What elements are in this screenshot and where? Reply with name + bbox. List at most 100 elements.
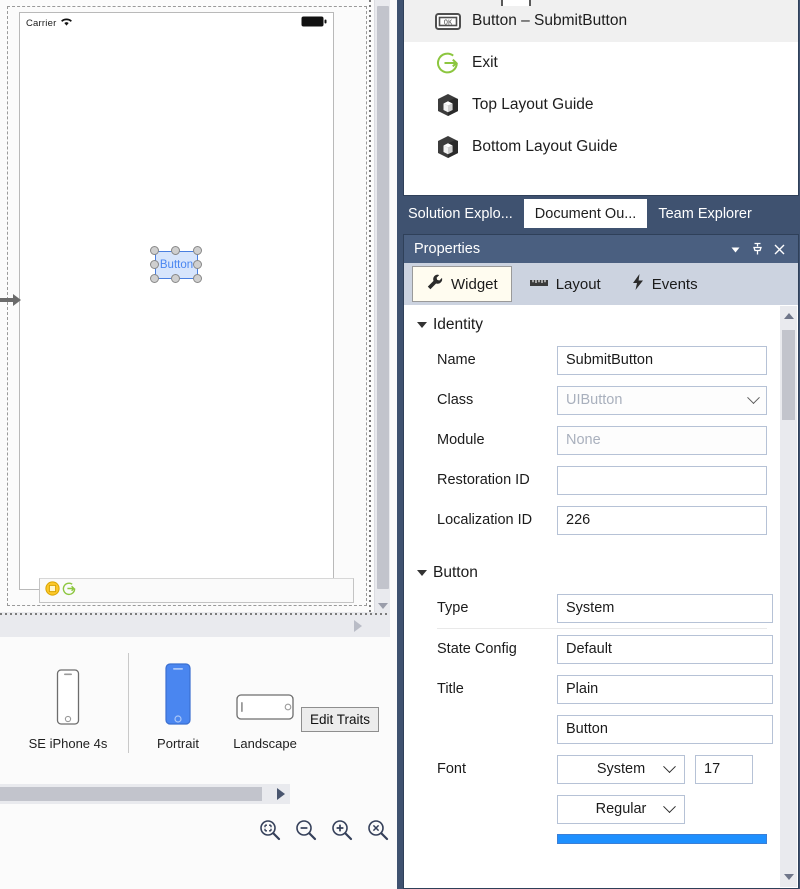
title-text-input[interactable]: Button	[557, 714, 773, 744]
resize-handle-nw[interactable]	[150, 246, 159, 255]
scene-dock-bar[interactable]	[39, 578, 354, 603]
font-weight-value: Regular	[595, 801, 647, 817]
tab-layout-label: Layout	[555, 275, 601, 293]
device-selector-iphone4s[interactable]: SE iPhone 4s	[14, 669, 122, 751]
type-combobox[interactable]: System	[557, 593, 773, 623]
ios-status-bar: Carrier	[20, 13, 333, 33]
canvas-vertical-splitter[interactable]	[368, 0, 373, 612]
tab-solution-explorer[interactable]: Solution Explo...	[397, 199, 524, 228]
ios-designer-pane: Carrier Button SE iPhone 4s Portrait Lan…	[0, 0, 400, 889]
tab-events[interactable]: Events	[618, 266, 711, 302]
font-family-combobox[interactable]: System	[557, 754, 685, 784]
section-title: Button	[433, 564, 478, 581]
view-controller-icon[interactable]	[45, 580, 60, 601]
storyboard-entry-point-arrow-icon	[0, 288, 22, 312]
outline-row-bottom-layout-guide[interactable]: Bottom Layout Guide	[404, 126, 798, 168]
tab-layout[interactable]: Layout	[516, 266, 614, 302]
property-row-class: Class UIButton	[405, 380, 797, 420]
section-title: Identity	[433, 316, 483, 333]
properties-vertical-scrollbar[interactable]	[780, 306, 797, 887]
property-label: Class	[437, 392, 474, 408]
document-outline-tree[interactable]: OK Button – SubmitButton Exit Top Layout…	[403, 0, 799, 196]
tab-widget[interactable]: Widget	[412, 266, 512, 302]
canvas-horizontal-splitter[interactable]	[0, 612, 390, 617]
property-row-restoration-id: Restoration ID	[405, 460, 797, 500]
zoom-out-icon[interactable]	[294, 818, 318, 842]
property-label: Localization ID	[437, 512, 533, 528]
orientation-landscape-button[interactable]: Landscape	[217, 689, 313, 751]
font-weight-combobox[interactable]: Regular	[557, 794, 685, 824]
canvas-horizontal-scrollbar[interactable]	[0, 612, 390, 637]
property-row-localization-id: Localization ID 226	[405, 500, 797, 540]
storyboard-canvas[interactable]: Carrier Button	[0, 0, 400, 612]
property-row-state-config: State Config Default	[405, 629, 797, 669]
section-header-identity[interactable]: Identity	[405, 306, 797, 340]
close-icon[interactable]	[768, 238, 790, 260]
outline-row-exit[interactable]: Exit	[404, 42, 798, 84]
outline-row-top-layout-guide[interactable]: Top Layout Guide	[404, 84, 798, 126]
chevron-down-icon	[747, 390, 760, 404]
module-input[interactable]: None	[557, 425, 767, 455]
resize-handle-sw[interactable]	[150, 274, 159, 283]
resize-handle-n[interactable]	[171, 246, 180, 255]
font-size-input[interactable]: 17	[695, 754, 753, 784]
properties-titlebar: Properties	[404, 235, 798, 263]
edit-traits-button[interactable]: Edit Traits	[301, 707, 380, 732]
zoom-actual-size-icon[interactable]	[366, 818, 390, 842]
restoration-id-input[interactable]	[557, 465, 767, 495]
resize-handle-ne[interactable]	[193, 246, 202, 255]
device-bar-horizontal-scrollbar[interactable]	[0, 784, 290, 804]
name-input[interactable]: SubmitButton	[557, 345, 767, 375]
resize-handle-se[interactable]	[193, 274, 202, 283]
iphone-scene-preview[interactable]: Carrier	[19, 12, 354, 603]
partial-tree-icon-above	[501, 0, 531, 11]
properties-scroll-up-arrow[interactable]	[784, 313, 794, 319]
wifi-icon	[60, 14, 73, 32]
outline-row-submit-button[interactable]: OK Button – SubmitButton	[404, 0, 798, 42]
property-label: State Config	[437, 641, 517, 657]
resize-handle-e[interactable]	[193, 260, 202, 269]
canvas-vscroll-thumb[interactable]	[377, 6, 389, 589]
properties-scroll-thumb[interactable]	[782, 330, 795, 420]
phone-portrait-icon	[160, 663, 196, 730]
exit-segue-icon[interactable]	[62, 581, 77, 601]
device-bar-hscroll-right-arrow[interactable]	[277, 788, 285, 800]
device-bar-hscroll-thumb[interactable]	[0, 787, 262, 801]
pin-icon[interactable]	[746, 238, 768, 260]
property-label: Name	[437, 352, 476, 368]
section-header-button[interactable]: Button	[405, 554, 797, 588]
outline-row-label: Button – SubmitButton	[472, 12, 628, 29]
zoom-to-fit-icon[interactable]	[258, 818, 282, 842]
property-row-name: Name SubmitButton	[405, 340, 797, 380]
svg-text:OK: OK	[444, 19, 453, 27]
visual-studio-ios-designer-window: Carrier Button SE iPhone 4s Portrait Lan…	[0, 0, 800, 889]
properties-title-label: Properties	[414, 241, 481, 257]
tab-team-explorer[interactable]: Team Explorer	[647, 199, 762, 228]
class-combobox[interactable]: UIButton	[557, 385, 767, 415]
localization-id-input[interactable]: 226	[557, 505, 767, 535]
zoom-in-icon[interactable]	[330, 818, 354, 842]
title-style-combobox[interactable]: Plain	[557, 674, 773, 704]
chevron-down-icon	[663, 799, 676, 813]
property-row-color	[405, 829, 797, 849]
property-label: Module	[437, 432, 485, 448]
ruler-icon	[529, 276, 549, 293]
toolbar-divider	[128, 653, 129, 753]
canvas-vertical-scrollbar[interactable]	[374, 0, 390, 612]
outline-row-label: Top Layout Guide	[472, 96, 594, 113]
properties-scroll-down-arrow[interactable]	[784, 874, 794, 880]
state-config-combobox[interactable]: Default	[557, 634, 773, 664]
canvas-hscroll-right-arrow[interactable]	[354, 620, 362, 632]
wrench-icon	[426, 273, 444, 295]
layout-guide-cube-icon	[434, 133, 462, 161]
canvas-vscroll-down-arrow[interactable]	[378, 603, 388, 609]
resize-handle-w[interactable]	[150, 260, 159, 269]
battery-icon	[301, 14, 327, 32]
text-color-swatch[interactable]	[557, 834, 767, 844]
tab-document-outline[interactable]: Document Ou...	[523, 199, 648, 228]
window-menu-dropdown-icon[interactable]	[724, 238, 746, 260]
orientation-portrait-button[interactable]: Portrait	[139, 663, 217, 751]
property-label: Restoration ID	[437, 472, 530, 488]
properties-tabs: Widget Layout Events	[404, 263, 798, 305]
resize-handle-s[interactable]	[171, 274, 180, 283]
